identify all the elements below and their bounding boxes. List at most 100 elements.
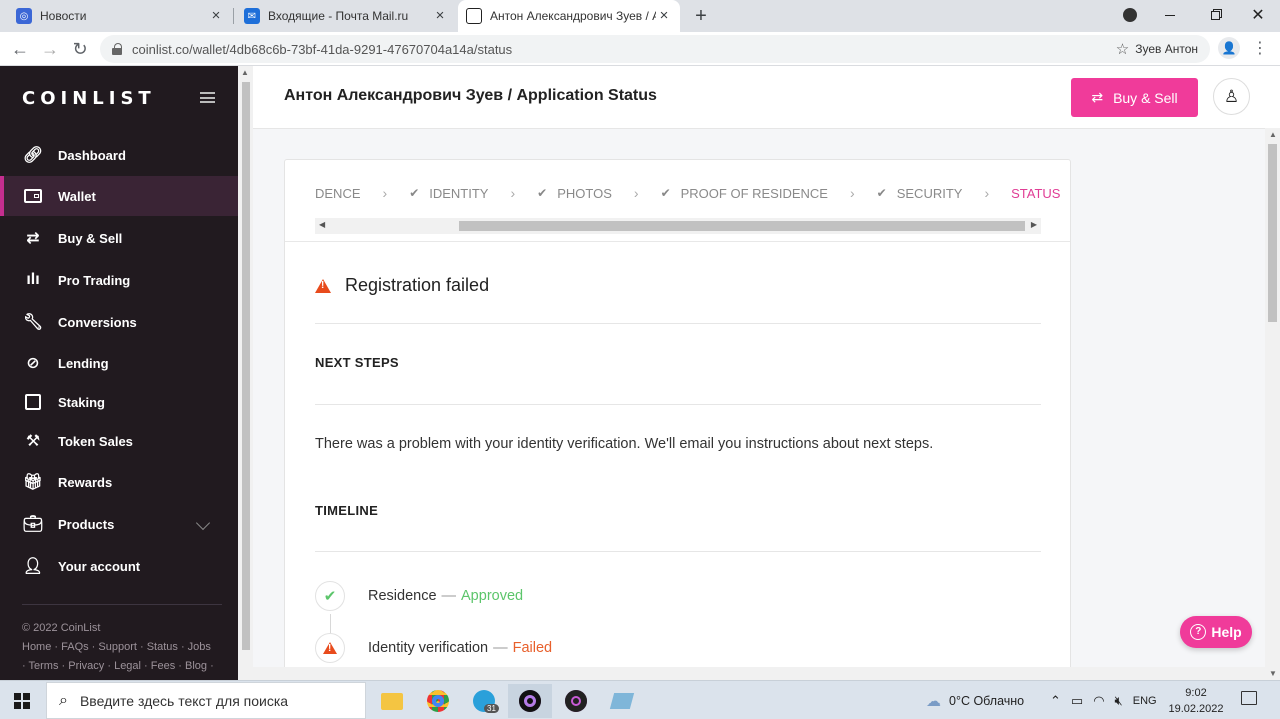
minimize-button[interactable] <box>1150 0 1190 30</box>
step-security[interactable]: ✔ SECURITY <box>877 186 963 201</box>
buy-sell-icon: ⇄ <box>1091 89 1104 105</box>
timeline-item-label: Residence <box>368 588 437 604</box>
weather-text: 0°C Облачно <box>949 693 1025 708</box>
gavel-icon: ⚒ <box>25 433 41 450</box>
tab-search-button[interactable] <box>1110 0 1150 30</box>
step-identity[interactable]: ✔ IDENTITY <box>409 186 488 201</box>
next-steps-message: There was a problem with your identity v… <box>315 436 934 452</box>
sidebar-item-token-sales[interactable]: ⚒ Token Sales <box>0 421 238 461</box>
sidebar-item-conversions[interactable]: 🔧︎ Conversions <box>0 302 238 342</box>
mail-icon: ✉ <box>244 8 260 24</box>
step-residence[interactable]: DENCE <box>315 186 361 201</box>
taskbar-chrome[interactable] <box>416 684 460 718</box>
taskbar-search-input[interactable]: ⌕ Введите здесь текст для поиска <box>46 682 366 719</box>
account-avatar-button[interactable]: ♙ <box>1213 78 1250 115</box>
lock-icon <box>112 43 122 55</box>
taskbar-file-explorer[interactable] <box>370 684 414 718</box>
scroll-right-arrow-icon[interactable]: ▶ <box>1031 220 1037 229</box>
volume-mute-icon[interactable]: 🔇︎ <box>1115 693 1123 709</box>
taskbar-telegram[interactable]: 31 <box>462 684 506 718</box>
timeline-title: TIMELINE <box>315 503 379 518</box>
step-proof-of-residence[interactable]: ✔ PROOF OF RESIDENCE <box>661 186 828 201</box>
chevron-right-icon: › <box>510 185 516 201</box>
sidebar-item-label: Wallet <box>58 188 96 204</box>
taskbar-app-notes[interactable] <box>600 684 644 718</box>
chevron-down-icon <box>1123 8 1137 22</box>
tab-label: Входящие - Почта Mail.ru <box>268 9 409 23</box>
chevron-up-icon[interactable]: ⌃ <box>1050 693 1061 709</box>
restore-button[interactable] <box>1195 0 1235 30</box>
help-button[interactable]: ? Help <box>1180 616 1252 648</box>
sidebar-item-wallet[interactable]: Wallet <box>0 176 238 216</box>
bookmark-star-icon[interactable]: ☆ <box>1116 40 1129 58</box>
address-bar-row: ← → ↻ coinlist.co/wallet/4db68c6b-73bf-4… <box>0 32 1280 66</box>
timeline-item-identity-verification: Identity verification — Failed <box>315 632 552 664</box>
footer-links-line-2[interactable]: · Terms · Privacy · Legal · Fees · Blog … <box>22 657 222 676</box>
page-title: Антон Александрович Зуев / Application S… <box>284 87 657 104</box>
close-tab-icon[interactable]: × <box>656 8 672 24</box>
next-steps-title: NEXT STEPS <box>315 355 399 370</box>
sidebar-item-staking[interactable]: Staking <box>0 382 238 422</box>
warning-icon <box>315 633 345 663</box>
scroll-down-arrow-icon[interactable]: ▼ <box>1269 669 1277 678</box>
sidebar-scrollbar-thumb[interactable] <box>242 82 250 650</box>
sidebar-item-buy-sell[interactable]: ⇄ Buy & Sell <box>0 218 238 258</box>
wallet-icon <box>22 185 44 207</box>
steps-horizontal-scrollbar[interactable]: ◀ ▶ <box>315 218 1041 234</box>
link-icon: 🔗︎ <box>22 147 44 164</box>
reload-button[interactable]: ↻ <box>68 38 92 60</box>
sidebar-item-label: Conversions <box>58 314 137 330</box>
browser-menu-icon[interactable]: ⋮ <box>1252 38 1268 60</box>
sidebar-item-dashboard[interactable]: 🔗︎ Dashboard <box>0 135 238 175</box>
step-label: SECURITY <box>896 185 963 201</box>
profile-avatar-icon[interactable]: 👤 <box>1218 37 1240 59</box>
chevron-down-icon[interactable] <box>195 515 211 531</box>
step-status[interactable]: STATUS <box>1011 186 1060 201</box>
new-tab-button[interactable]: + <box>690 6 712 26</box>
battery-icon[interactable]: ▭ <box>1071 693 1083 709</box>
chevron-right-icon: › <box>849 185 855 201</box>
scroll-left-arrow-icon[interactable]: ◀ <box>319 220 325 229</box>
sidebar-item-pro-trading[interactable]: ılı Pro Trading <box>0 260 238 300</box>
taskbar-clock[interactable]: 9:02 19.02.2022 <box>1166 685 1226 717</box>
sidebar-item-products[interactable]: 💼︎ Products <box>0 504 238 544</box>
sidebar-item-lending[interactable]: ⊘ Lending <box>0 343 238 383</box>
hamburger-menu-icon[interactable] <box>200 92 215 103</box>
language-indicator[interactable]: ENG <box>1133 695 1157 707</box>
browser-tab-mail[interactable]: ✉ Входящие - Почта Mail.ru × <box>236 0 456 32</box>
page-horizontal-scrollbar[interactable] <box>238 667 1265 680</box>
reload-icon: ↻ <box>72 39 88 59</box>
divider <box>315 551 1041 552</box>
gift-icon: 🎁︎ <box>22 474 44 491</box>
back-button[interactable]: ← <box>8 38 32 60</box>
close-tab-icon[interactable]: × <box>208 8 224 24</box>
coinlist-logo[interactable]: COINLIST <box>22 88 156 109</box>
footer-links-line-1[interactable]: Home · FAQs · Support · Status · Jobs <box>22 638 222 657</box>
sidebar-item-label: Rewards <box>58 474 113 490</box>
weather-widget[interactable]: ☁ 0°C Облачно <box>926 681 1024 719</box>
profile-name[interactable]: Зуев Антон <box>1135 42 1198 56</box>
scrollbar-thumb[interactable] <box>459 221 1025 231</box>
sidebar-item-rewards[interactable]: 🎁︎ Rewards <box>0 462 238 502</box>
taskbar-app[interactable] <box>554 684 598 718</box>
step-label: STATUS <box>1011 185 1061 201</box>
sidebar-item-your-account[interactable]: 👤︎ Your account <box>0 546 238 586</box>
page-scrollbar[interactable]: ▲ ▼ <box>1265 128 1280 680</box>
taskbar-app-active[interactable] <box>508 684 552 718</box>
step-photos[interactable]: ✔ PHOTOS <box>537 186 612 201</box>
notification-center-icon[interactable] <box>1241 691 1257 705</box>
scroll-up-arrow-icon[interactable]: ▲ <box>1269 130 1277 139</box>
forward-button[interactable]: → <box>38 38 62 60</box>
buy-sell-button[interactable]: ⇄ Buy & Sell <box>1071 78 1198 117</box>
address-input[interactable]: coinlist.co/wallet/4db68c6b-73bf-41da-92… <box>100 35 1210 63</box>
close-window-button[interactable]: ✕ <box>1238 0 1278 30</box>
close-tab-icon[interactable]: × <box>432 8 448 24</box>
wifi-icon[interactable]: ◠ <box>1093 693 1104 709</box>
page-scrollbar-thumb[interactable] <box>1268 144 1277 322</box>
coinlist-icon <box>466 8 482 24</box>
scroll-up-arrow-icon[interactable]: ▲ <box>241 68 249 77</box>
app-icon <box>565 690 587 712</box>
windows-start-icon[interactable] <box>14 693 30 709</box>
browser-tab-news[interactable]: ◎ Новости × <box>8 0 232 32</box>
browser-tab-coinlist[interactable]: Антон Александрович Зуев / Ap × <box>458 0 680 32</box>
